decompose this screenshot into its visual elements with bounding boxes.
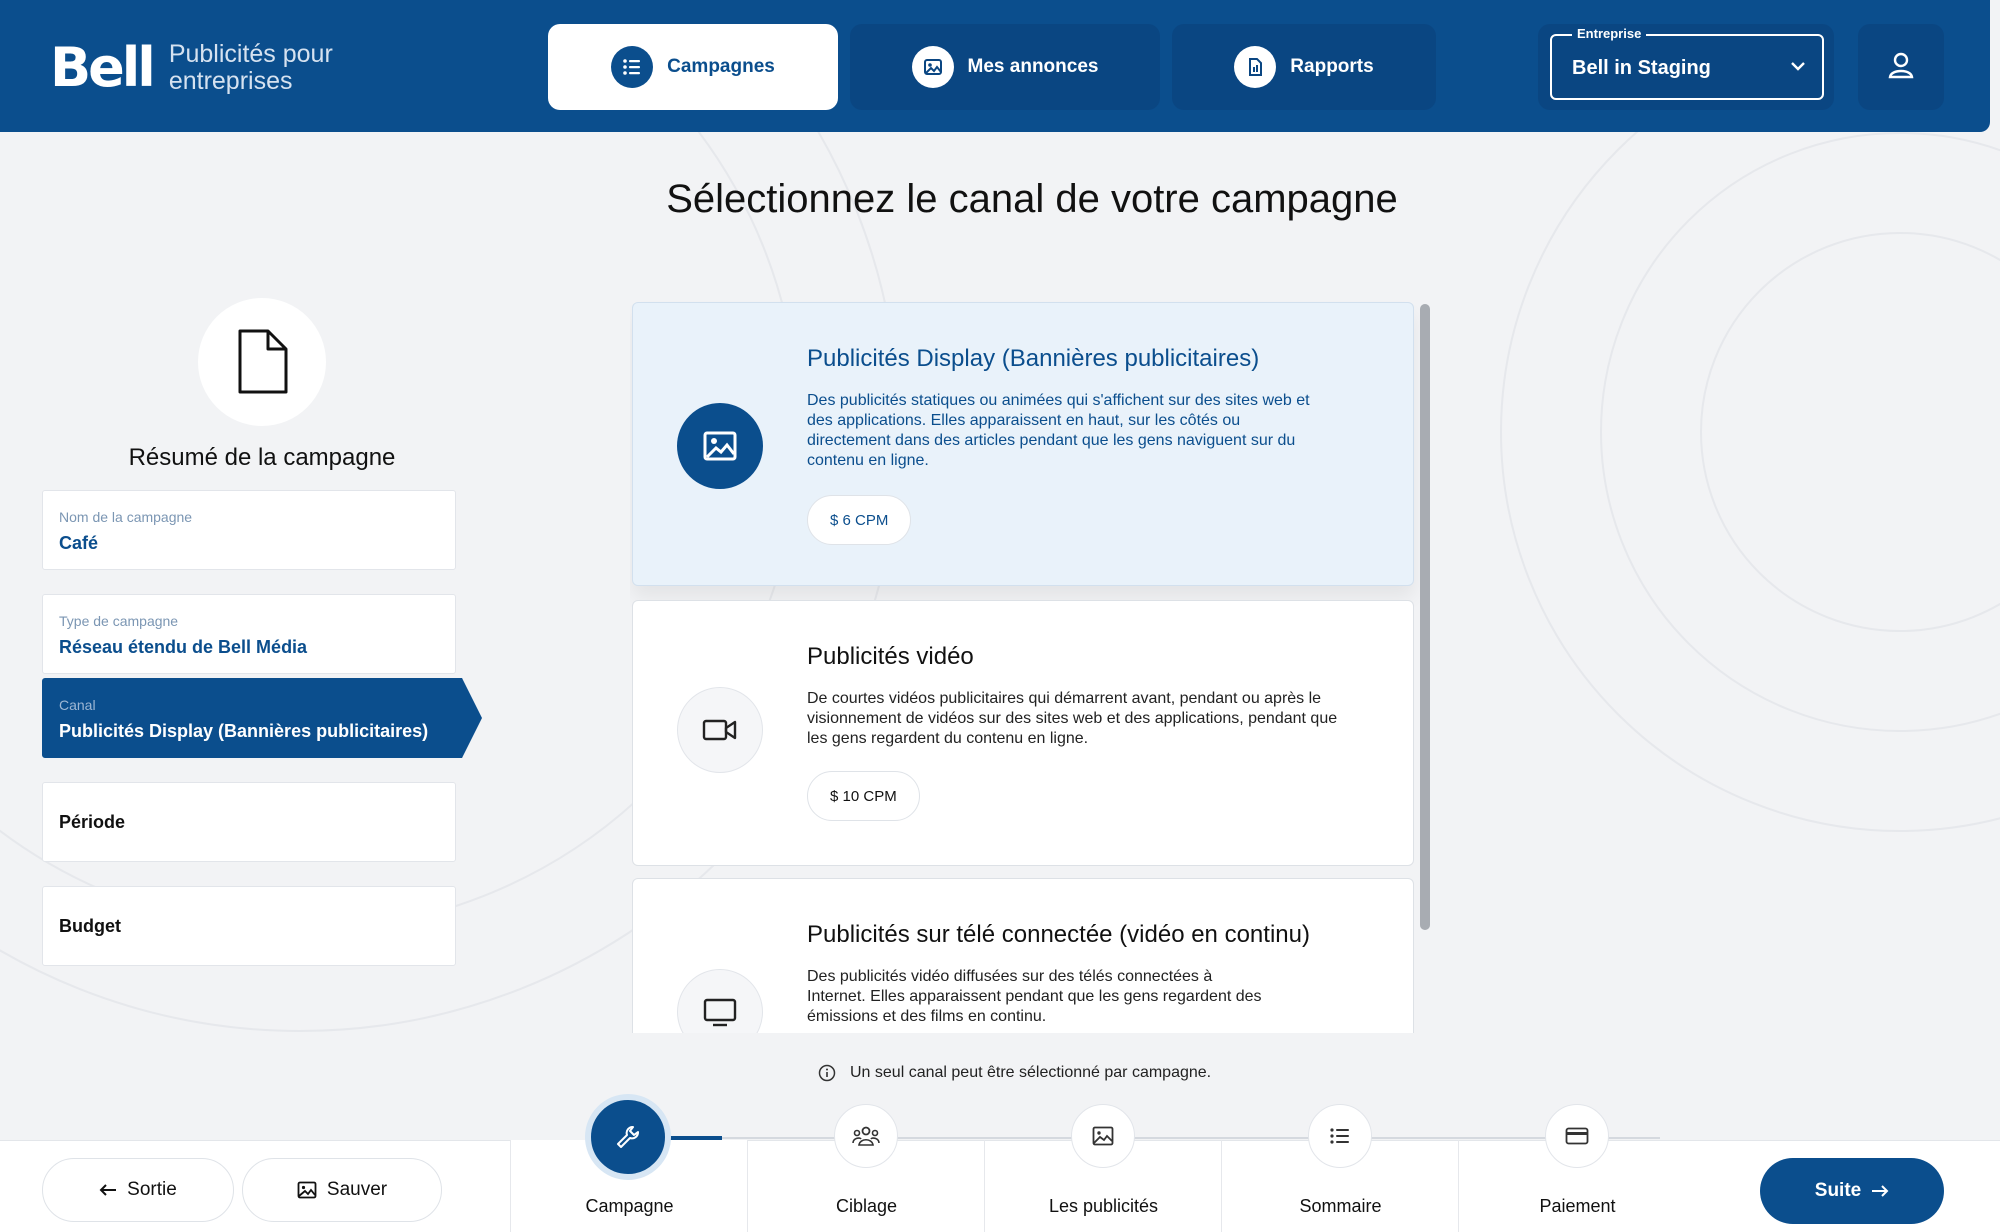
audience-icon [834, 1104, 898, 1168]
price-badge: $ 10 CPM [807, 771, 920, 821]
field-value: Café [59, 533, 99, 553]
channel-description: Des publicités vidéo diffusées sur des t… [807, 968, 1262, 1025]
top-header: Bell Publicités pour entreprises Campagn… [0, 0, 1990, 132]
field-value: Réseau étendu de Bell Média [59, 637, 308, 657]
summary-field-canal[interactable]: Canal Publicités Display (Bannières publ… [42, 678, 482, 758]
credit-card-icon [1545, 1104, 1609, 1168]
field-label: Type de campagne [59, 613, 179, 629]
price-badge: $ 6 CPM [807, 495, 912, 545]
channel-card-display[interactable]: Publicités Display (Bannières publicitai… [632, 302, 1414, 586]
summary-field-campaign-name[interactable]: Nom de la campagne Café [42, 490, 456, 570]
report-icon [1234, 46, 1277, 88]
wrench-icon [591, 1100, 665, 1174]
entreprise-legend: Entreprise [1572, 26, 1647, 41]
step-label: Les publicités [1048, 1196, 1159, 1216]
tv-icon [677, 969, 763, 1033]
user-account-button[interactable] [1858, 24, 1944, 110]
stepper: Campagne Ciblage Les publicités Sommaire… [510, 1100, 1695, 1232]
bell-logo[interactable]: Bell Publicités pour entreprises [50, 36, 369, 99]
image-icon [1071, 1104, 1135, 1168]
step-sommaire[interactable]: Sommaire [1221, 1104, 1458, 1232]
page-title: Sélectionnez le canal de votre campagne [666, 177, 1398, 221]
image-icon [297, 1181, 317, 1199]
list-icon [1308, 1104, 1372, 1168]
summary-field-campaign-type[interactable]: Type de campagne Réseau étendu de Bell M… [42, 594, 456, 674]
step-campagne[interactable]: Campagne [510, 1100, 747, 1232]
chevron-down-icon [1788, 56, 1808, 81]
channel-description: De courtes vidéos publicitaires qui déma… [807, 690, 1338, 747]
step-ciblage[interactable]: Ciblage [747, 1104, 984, 1232]
summary-field-budget[interactable]: Budget [42, 886, 456, 966]
step-label: Ciblage [835, 1196, 898, 1216]
scrollbar-thumb[interactable] [1420, 304, 1430, 930]
tab-mes-annonces[interactable]: Mes annonces [850, 24, 1160, 110]
summary-field-periode[interactable]: Période [42, 782, 456, 862]
field-label: Canal [59, 697, 96, 713]
logo-wordmark: Bell [50, 36, 156, 99]
arrow-right-icon [1872, 1185, 1889, 1197]
user-icon [1886, 50, 1916, 85]
image-icon [677, 403, 763, 489]
channel-title: Publicités vidéo [807, 643, 974, 670]
channel-title: Publicités sur télé connectée (vidéo en … [807, 921, 1310, 948]
summary-title: Résumé de la campagne [128, 444, 396, 471]
tab-label: Mes annonces [967, 56, 1099, 77]
field-value: Période [59, 812, 126, 832]
channel-card-video[interactable]: Publicités vidéo De courtes vidéos publi… [632, 600, 1414, 866]
stepper-track [660, 1137, 1660, 1139]
step-label: Paiement [1539, 1196, 1616, 1216]
entreprise-select[interactable]: Entreprise Bell in Staging [1550, 26, 1824, 100]
channel-description: Des publicités statiques ou animées qui … [807, 392, 1310, 469]
save-label: Sauver [326, 1179, 388, 1200]
channel-list[interactable]: Publicités Display (Bannières publicitai… [630, 300, 1430, 1033]
channel-title: Publicités Display (Bannières publicitai… [807, 345, 1260, 372]
tab-rapports[interactable]: Rapports [1172, 24, 1436, 110]
tab-label: Campagnes [667, 56, 775, 77]
next-label: Suite [1814, 1180, 1862, 1201]
save-button[interactable]: Sauver [242, 1158, 442, 1222]
info-note-text: Un seul canal peut être sélectionné par … [850, 1064, 1212, 1081]
step-paiement[interactable]: Paiement [1458, 1104, 1695, 1232]
tab-campagnes[interactable]: Campagnes [548, 24, 838, 110]
field-value: Budget [59, 916, 121, 936]
next-button[interactable]: Suite [1760, 1158, 1944, 1224]
step-label: Sommaire [1299, 1196, 1382, 1216]
channel-card-connected-tv[interactable]: Publicités sur télé connectée (vidéo en … [632, 878, 1414, 1033]
info-note: Un seul canal peut être sélectionné par … [818, 1064, 1211, 1082]
video-camera-icon [677, 687, 763, 773]
logo-subtitle: Publicités pour entreprises [168, 39, 333, 95]
step-les-publicites[interactable]: Les publicités [984, 1104, 1221, 1232]
arrow-left-icon [99, 1184, 117, 1196]
entreprise-value: Bell in Staging [1572, 57, 1711, 79]
info-icon [818, 1064, 836, 1082]
image-icon [911, 46, 954, 88]
exit-button[interactable]: Sortie [42, 1158, 234, 1222]
tab-label: Rapports [1290, 56, 1374, 77]
entreprise-select-wrapper: Entreprise Bell in Staging [1538, 24, 1834, 110]
field-value: Publicités Display (Bannières publicitai… [59, 721, 429, 741]
exit-label: Sortie [127, 1179, 177, 1200]
list-icon [611, 46, 654, 88]
document-icon [198, 298, 326, 426]
step-label: Campagne [585, 1196, 674, 1216]
field-label: Nom de la campagne [59, 509, 193, 525]
